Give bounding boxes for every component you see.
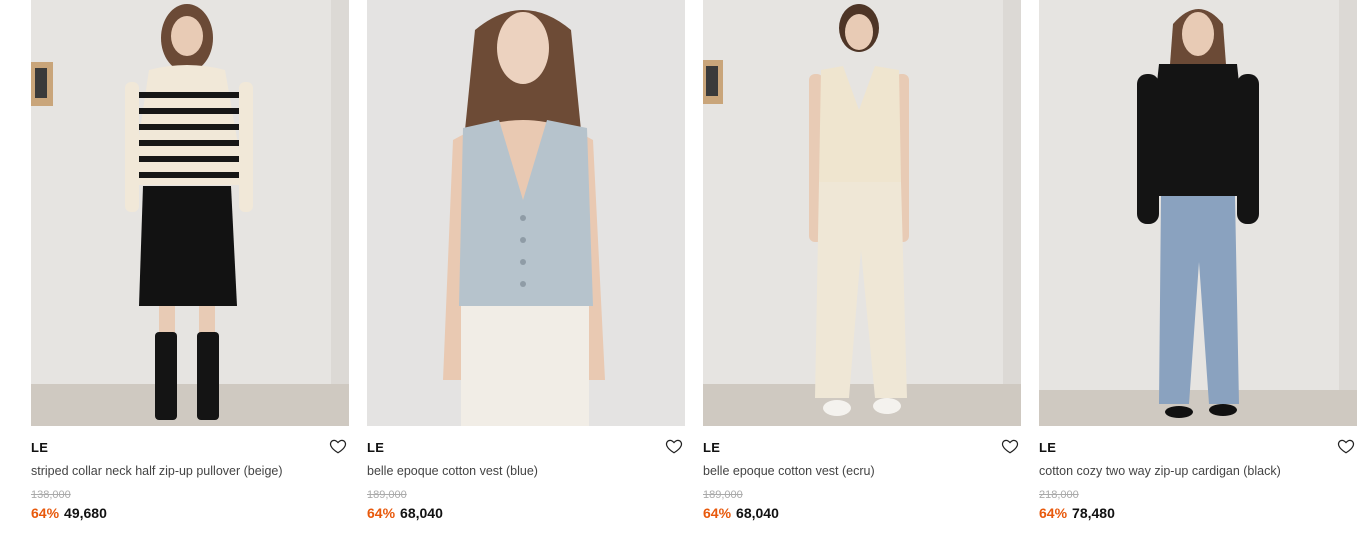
brand-row: LE bbox=[703, 437, 1021, 457]
product-image[interactable] bbox=[1039, 0, 1357, 426]
product-image[interactable] bbox=[367, 0, 685, 426]
original-price: 138,000 bbox=[31, 489, 71, 501]
heart-icon[interactable] bbox=[1337, 437, 1355, 455]
product-name[interactable]: belle epoque cotton vest (ecru) bbox=[703, 464, 1003, 478]
heart-icon[interactable] bbox=[1001, 437, 1019, 455]
product-card[interactable]: LE belle epoque cotton vest (ecru) 189,0… bbox=[703, 0, 1021, 534]
brand-label[interactable]: LE bbox=[31, 440, 48, 455]
price-row: 64% 49,680 bbox=[31, 505, 107, 521]
brand-row: LE bbox=[1039, 437, 1357, 457]
product-name[interactable]: cotton cozy two way zip-up cardigan (bla… bbox=[1039, 464, 1339, 478]
price-row: 64% 78,480 bbox=[1039, 505, 1115, 521]
product-name[interactable]: striped collar neck half zip-up pullover… bbox=[31, 464, 331, 478]
discount-rate: 64% bbox=[367, 505, 396, 521]
product-image[interactable] bbox=[703, 0, 1021, 426]
product-card[interactable]: LE cotton cozy two way zip-up cardigan (… bbox=[1039, 0, 1357, 534]
original-price: 218,000 bbox=[1039, 489, 1079, 501]
discount-rate: 64% bbox=[703, 505, 732, 521]
discount-rate: 64% bbox=[1039, 505, 1068, 521]
brand-row: LE bbox=[31, 437, 349, 457]
discount-rate: 64% bbox=[31, 505, 60, 521]
model-photo-black-cardigan bbox=[1039, 0, 1357, 426]
brand-label[interactable]: LE bbox=[703, 440, 720, 455]
heart-icon[interactable] bbox=[329, 437, 347, 455]
sale-price: 68,040 bbox=[400, 505, 443, 521]
price-row: 64% 68,040 bbox=[703, 505, 779, 521]
heart-icon[interactable] bbox=[665, 437, 683, 455]
model-photo-ecru-vest bbox=[703, 0, 1021, 426]
product-card[interactable]: LE belle epoque cotton vest (blue) 189,0… bbox=[367, 0, 685, 534]
model-photo-blue-vest bbox=[367, 0, 685, 426]
brand-row: LE bbox=[367, 437, 685, 457]
original-price: 189,000 bbox=[367, 489, 407, 501]
price-row: 64% 68,040 bbox=[367, 505, 443, 521]
sale-price: 49,680 bbox=[64, 505, 107, 521]
brand-label[interactable]: LE bbox=[367, 440, 384, 455]
product-grid: LE striped collar neck half zip-up pullo… bbox=[0, 0, 1371, 534]
original-price: 189,000 bbox=[703, 489, 743, 501]
product-card[interactable]: LE striped collar neck half zip-up pullo… bbox=[31, 0, 349, 534]
product-name[interactable]: belle epoque cotton vest (blue) bbox=[367, 464, 667, 478]
sale-price: 78,480 bbox=[1072, 505, 1115, 521]
sale-price: 68,040 bbox=[736, 505, 779, 521]
product-image[interactable] bbox=[31, 0, 349, 426]
brand-label[interactable]: LE bbox=[1039, 440, 1056, 455]
model-photo-striped-pullover bbox=[31, 0, 349, 426]
